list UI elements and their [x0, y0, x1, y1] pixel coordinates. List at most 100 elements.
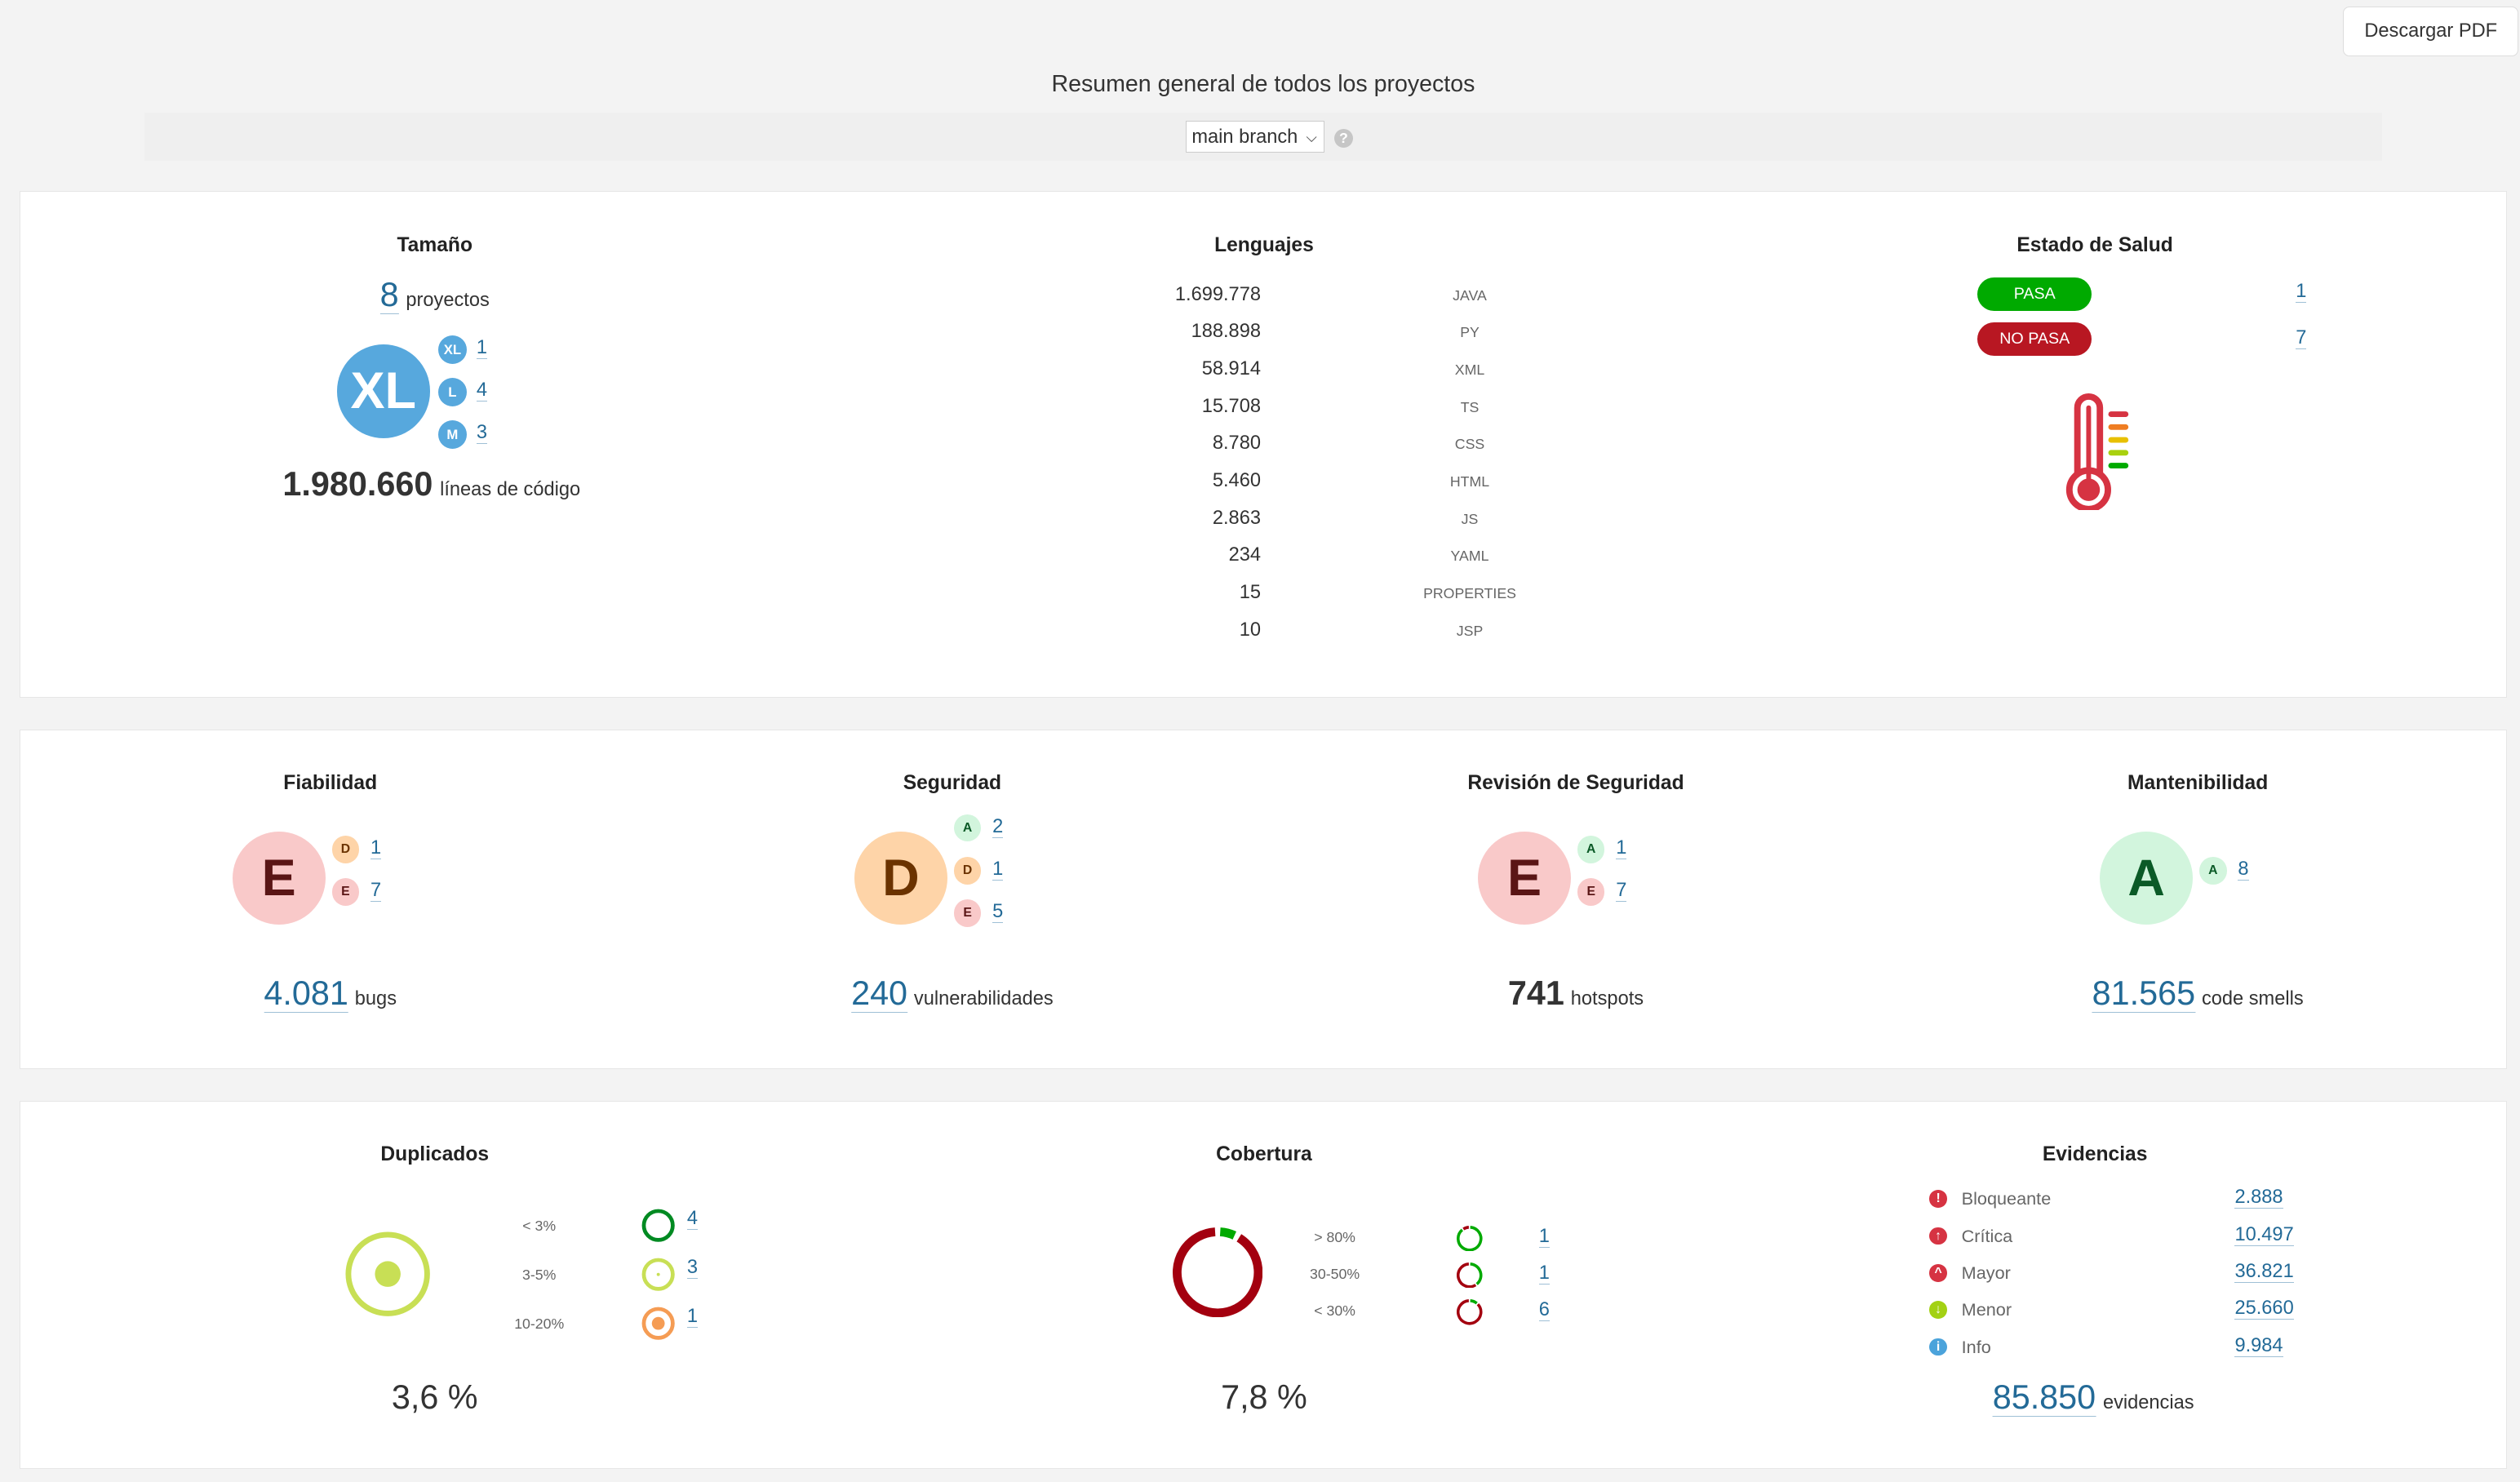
- pass-count-link[interactable]: 1: [2296, 280, 2307, 303]
- fail-count-link[interactable]: 7: [2296, 326, 2307, 349]
- rating-count[interactable]: 1: [992, 859, 1004, 881]
- duplication-range: < 3%: [522, 1217, 557, 1234]
- rating-count[interactable]: 1: [1616, 837, 1627, 860]
- coverage-count[interactable]: 1: [1538, 1262, 1550, 1285]
- critical-icon: ↑: [1929, 1227, 1947, 1245]
- rating-count-link[interactable]: 7: [1616, 880, 1627, 903]
- language-lines: 2.863: [1212, 507, 1261, 529]
- rating-count-link[interactable]: 1: [370, 837, 382, 860]
- severity-count-link[interactable]: 10.497: [2234, 1223, 2294, 1246]
- language-lines: 1.699.778: [1174, 283, 1261, 305]
- language-lines: 15.708: [1201, 395, 1261, 417]
- severity-count-link[interactable]: 25.660: [2234, 1298, 2294, 1320]
- branch-select[interactable]: main branch ⌵: [1186, 120, 1324, 153]
- coverage-range: > 80%: [1314, 1228, 1355, 1245]
- language-name: XML: [1454, 361, 1485, 378]
- rating-grade-badge: E: [232, 832, 326, 925]
- severity-label: Bloqueante: [1961, 1188, 2052, 1209]
- duplication-bubble-icon: [641, 1258, 675, 1291]
- pass-badge: PASA: [1977, 277, 2092, 312]
- rating-small-badge: E: [953, 899, 982, 927]
- severity-count-link[interactable]: 9.984: [2234, 1334, 2283, 1357]
- coverage-count-link[interactable]: 1: [1538, 1225, 1550, 1248]
- rating-count-link[interactable]: 7: [370, 880, 382, 903]
- coverage-title: Cobertura: [1216, 1143, 1312, 1166]
- rating-total: 4.081 bugs: [264, 974, 397, 1014]
- major-icon: ^: [1929, 1263, 1947, 1282]
- language-lines: 5.460: [1212, 470, 1261, 492]
- severity-count[interactable]: 9.984: [2234, 1334, 2283, 1357]
- rating-count-link[interactable]: 1: [1616, 837, 1627, 860]
- issues-total: 85.850 evidencias: [1992, 1378, 2194, 1417]
- coverage-value: 7,8 %: [1221, 1378, 1307, 1416]
- duplication-count[interactable]: 4: [686, 1208, 699, 1230]
- issues-total-label: evidencias: [2102, 1391, 2194, 1413]
- duplication-count-link[interactable]: 1: [686, 1306, 699, 1329]
- severity-count-link[interactable]: 2.888: [2234, 1187, 2283, 1209]
- rating-unit: code smells: [2201, 988, 2304, 1010]
- duplication-count[interactable]: 3: [686, 1257, 699, 1280]
- size-count[interactable]: 4: [476, 379, 488, 402]
- coverage-count[interactable]: 1: [1538, 1225, 1550, 1248]
- size-count-link[interactable]: 1: [476, 336, 488, 359]
- severity-count[interactable]: 10.497: [2234, 1223, 2294, 1246]
- coverage-count-link[interactable]: 1: [1538, 1262, 1550, 1285]
- rating-value[interactable]: 240: [851, 974, 908, 1014]
- pass-count[interactable]: 1: [2296, 280, 2307, 303]
- coverage-range: 30-50%: [1310, 1265, 1360, 1282]
- rating-count-link[interactable]: 5: [992, 901, 1004, 924]
- severity-count[interactable]: 25.660: [2234, 1298, 2294, 1320]
- fail-count[interactable]: 7: [2296, 326, 2307, 349]
- duplication-count-link[interactable]: 3: [686, 1257, 699, 1280]
- size-count[interactable]: 3: [476, 421, 488, 444]
- projects-link[interactable]: 8: [379, 275, 399, 314]
- size-count-link[interactable]: 4: [476, 379, 488, 402]
- rating-small-badge: E: [1577, 878, 1605, 906]
- size-count[interactable]: 1: [476, 336, 488, 359]
- fail-badge: NO PASA: [1977, 322, 2092, 357]
- rating-small-badge: D: [953, 857, 982, 885]
- size-title: Tamaño: [397, 233, 472, 256]
- coverage-covered-arc: [1219, 1227, 1236, 1240]
- rating-count-link[interactable]: 2: [992, 815, 1004, 838]
- rating-small-badge: E: [331, 878, 360, 906]
- rating-count[interactable]: 2: [992, 815, 1004, 838]
- rating-value[interactable]: 4.081: [264, 974, 348, 1014]
- severity-count[interactable]: 2.888: [2234, 1187, 2283, 1209]
- severity-count[interactable]: 36.821: [2234, 1261, 2294, 1283]
- coverage-count[interactable]: 6: [1538, 1299, 1550, 1322]
- severity-count-link[interactable]: 36.821: [2234, 1261, 2294, 1283]
- rating-total: 741 hotspots: [1508, 974, 1644, 1013]
- size-count-link[interactable]: 3: [476, 421, 488, 444]
- rating-count-link[interactable]: 8: [2238, 859, 2249, 881]
- language-name: YAML: [1450, 548, 1489, 565]
- language-name: JSP: [1456, 622, 1484, 639]
- coverage-donut: [1172, 1227, 1262, 1317]
- duplication-count-link[interactable]: 4: [686, 1208, 699, 1230]
- coverage-count-link[interactable]: 6: [1538, 1299, 1550, 1322]
- rating-total: 81.565 code smells: [2092, 974, 2304, 1014]
- rating-title: Mantenibilidad: [2127, 772, 2269, 795]
- size-rating-badge: XL: [336, 344, 430, 438]
- rating-title: Fiabilidad: [283, 772, 378, 795]
- rating-value[interactable]: 81.565: [2092, 974, 2196, 1014]
- issues-total-link[interactable]: 85.850: [1992, 1378, 2096, 1417]
- coverage-uncovered-arc: [1457, 1299, 1483, 1325]
- duplications-value: 3,6 %: [391, 1378, 478, 1416]
- rating-count[interactable]: 7: [370, 880, 382, 903]
- language-lines: 10: [1239, 619, 1261, 641]
- rating-title: Revisión de Seguridad: [1467, 772, 1684, 795]
- download-pdf-button[interactable]: Descargar PDF: [2343, 6, 2519, 56]
- rating-count[interactable]: 1: [370, 837, 382, 860]
- rating-count[interactable]: 7: [1616, 880, 1627, 903]
- rating-count-link[interactable]: 1: [992, 859, 1004, 881]
- lines-label: líneas de código: [440, 479, 581, 501]
- minor-icon: ↓: [1929, 1301, 1947, 1319]
- coverage-covered-arc: [1470, 1299, 1479, 1305]
- duplication-count[interactable]: 1: [686, 1306, 699, 1329]
- rating-count[interactable]: 8: [2238, 859, 2249, 881]
- size-badge: L: [437, 377, 468, 407]
- rating-count[interactable]: 5: [992, 901, 1004, 924]
- severity-label: Crítica: [1961, 1225, 2013, 1246]
- ratings-card: Fiabilidad E D 1 E 7 4.081 bugs Seguridad D A 2 D 1 E 5…: [19, 730, 2508, 1069]
